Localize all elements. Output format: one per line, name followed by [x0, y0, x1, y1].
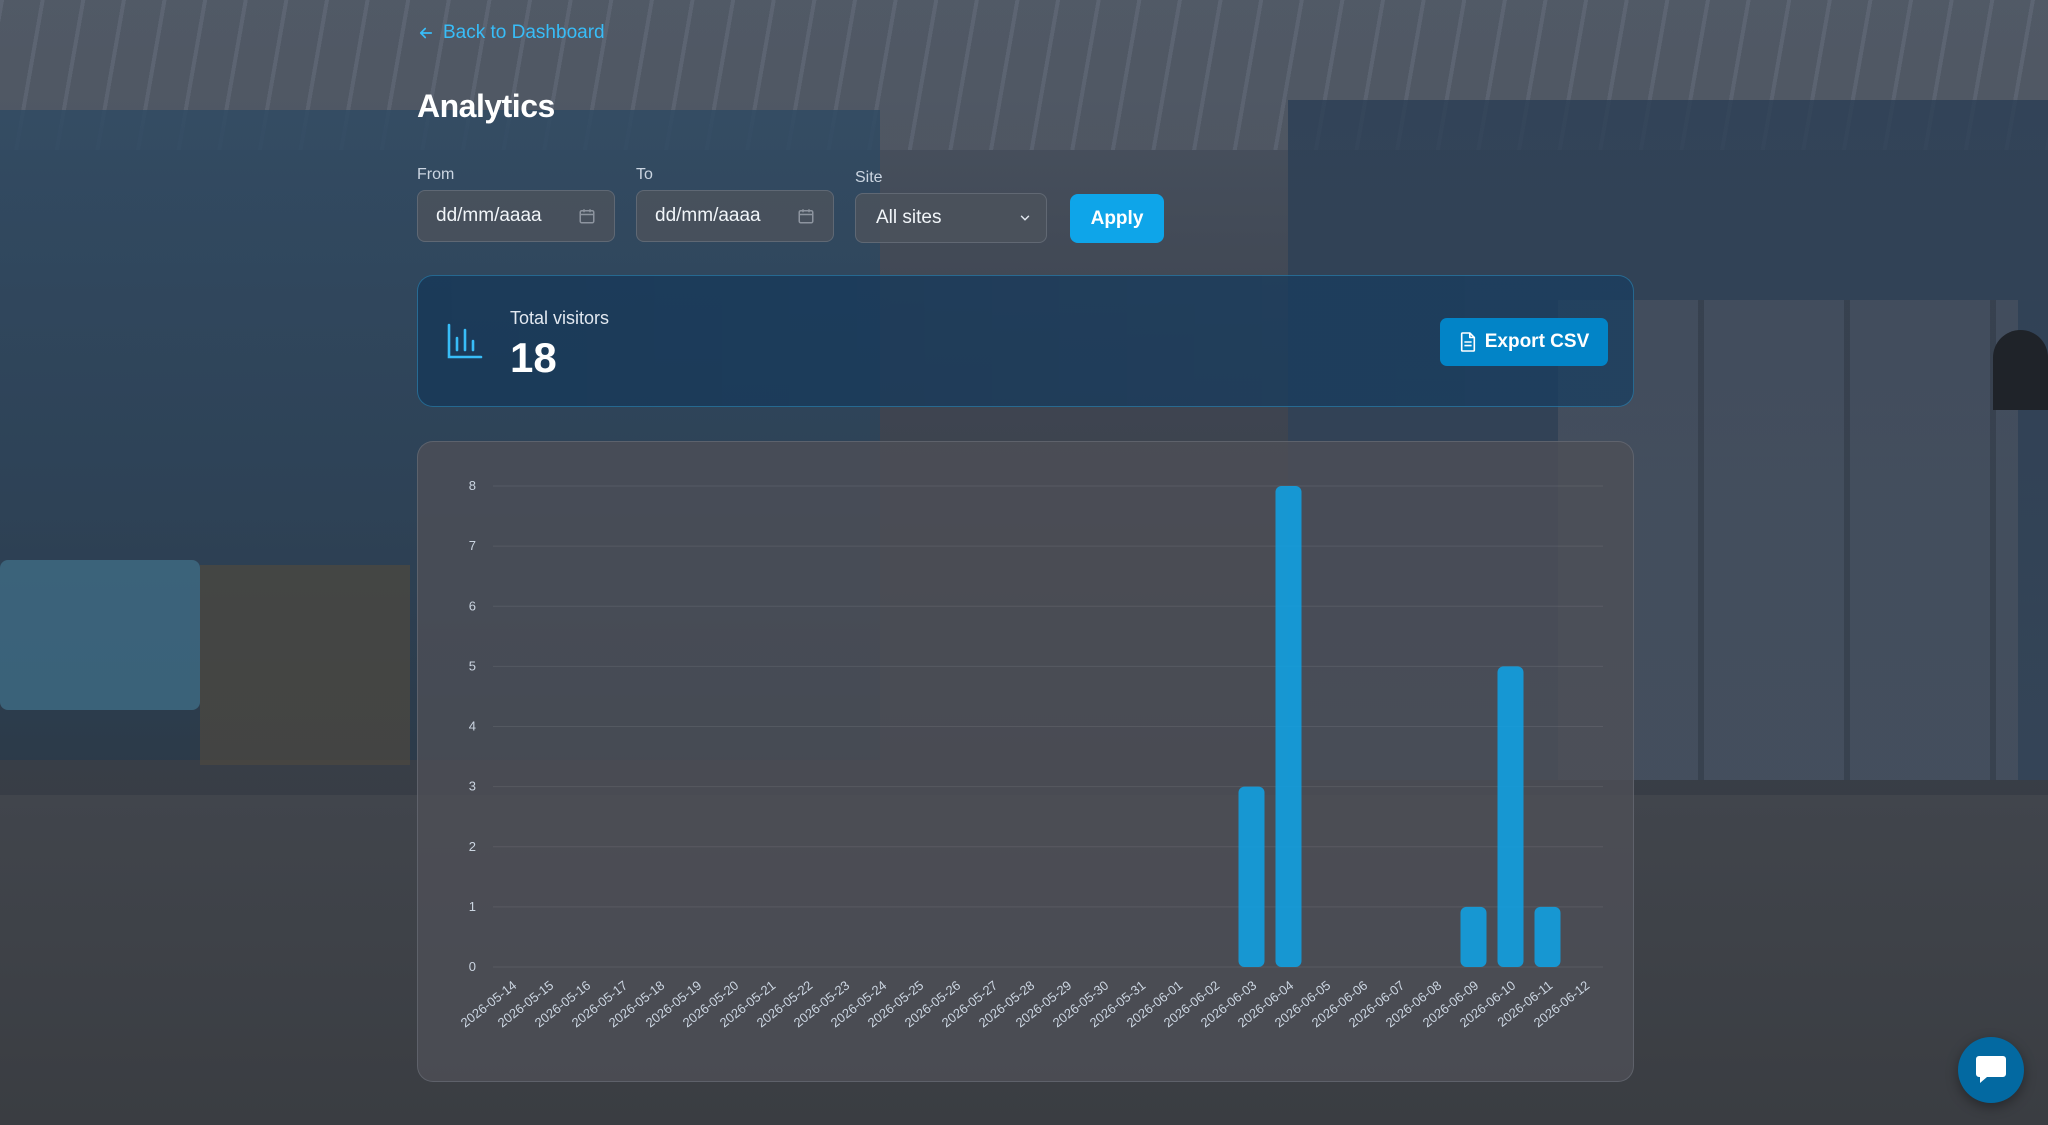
chevron-down-icon: [1020, 215, 1030, 221]
y-tick-label: 6: [469, 598, 476, 613]
visitors-bar-chart: 0123456782026-05-142026-05-152026-05-162…: [458, 478, 1603, 1030]
site-label: Site: [855, 169, 883, 186]
back-to-dashboard-link[interactable]: Back to Dashboard: [417, 22, 605, 44]
y-tick-label: 8: [469, 478, 476, 493]
back-link-label: Back to Dashboard: [443, 22, 605, 43]
arrow-left-icon: [419, 27, 433, 39]
bar-chart-icon: [447, 323, 483, 359]
to-date-input[interactable]: dd/mm/aaaa: [636, 190, 834, 242]
total-visitors-card: Total visitors 18 Export CSV: [417, 275, 1634, 407]
y-tick-label: 2: [469, 839, 476, 854]
document-icon: [1460, 332, 1475, 352]
from-date-placeholder: dd/mm/aaaa: [436, 205, 542, 226]
calendar-icon[interactable]: [578, 207, 596, 225]
chat-button[interactable]: [1958, 1037, 2024, 1103]
apply-button[interactable]: Apply: [1070, 194, 1164, 243]
total-visitors-label: Total visitors: [510, 308, 610, 328]
export-csv-label: Export CSV: [1484, 331, 1590, 352]
to-label: To: [636, 166, 653, 183]
from-date-input[interactable]: dd/mm/aaaa: [417, 190, 615, 242]
site-select-value: All sites: [876, 207, 942, 228]
y-tick-label: 0: [469, 959, 476, 974]
chat-icon: [1976, 1056, 2006, 1083]
bar-2026-06-04[interactable]: [1275, 486, 1302, 967]
bar-2026-06-10[interactable]: [1497, 666, 1524, 967]
from-label: From: [417, 166, 455, 183]
y-tick-label: 4: [469, 719, 476, 734]
bar-2026-06-11[interactable]: [1534, 906, 1561, 967]
bar-2026-06-09[interactable]: [1460, 906, 1487, 967]
site-select[interactable]: All sites: [855, 193, 1047, 243]
calendar-icon[interactable]: [797, 207, 815, 225]
background-shelf: [200, 565, 410, 765]
y-tick-label: 1: [469, 899, 476, 914]
background-lamp: [1993, 330, 2048, 410]
bar-2026-06-03[interactable]: [1238, 786, 1265, 967]
background-sofa: [0, 560, 200, 710]
y-tick-label: 5: [469, 658, 476, 673]
to-date-placeholder: dd/mm/aaaa: [655, 205, 761, 226]
export-csv-button[interactable]: Export CSV: [1440, 318, 1608, 366]
total-visitors-value: 18: [510, 334, 557, 381]
visitors-chart-card: 0 1 2 3 4 5 6 7 8 2026-05-14 2026-05-15 2026-05-16 2…: [417, 441, 1634, 1082]
page-title: Analytics: [417, 88, 555, 124]
y-tick-label: 3: [469, 779, 476, 794]
y-tick-label: 7: [469, 538, 476, 553]
